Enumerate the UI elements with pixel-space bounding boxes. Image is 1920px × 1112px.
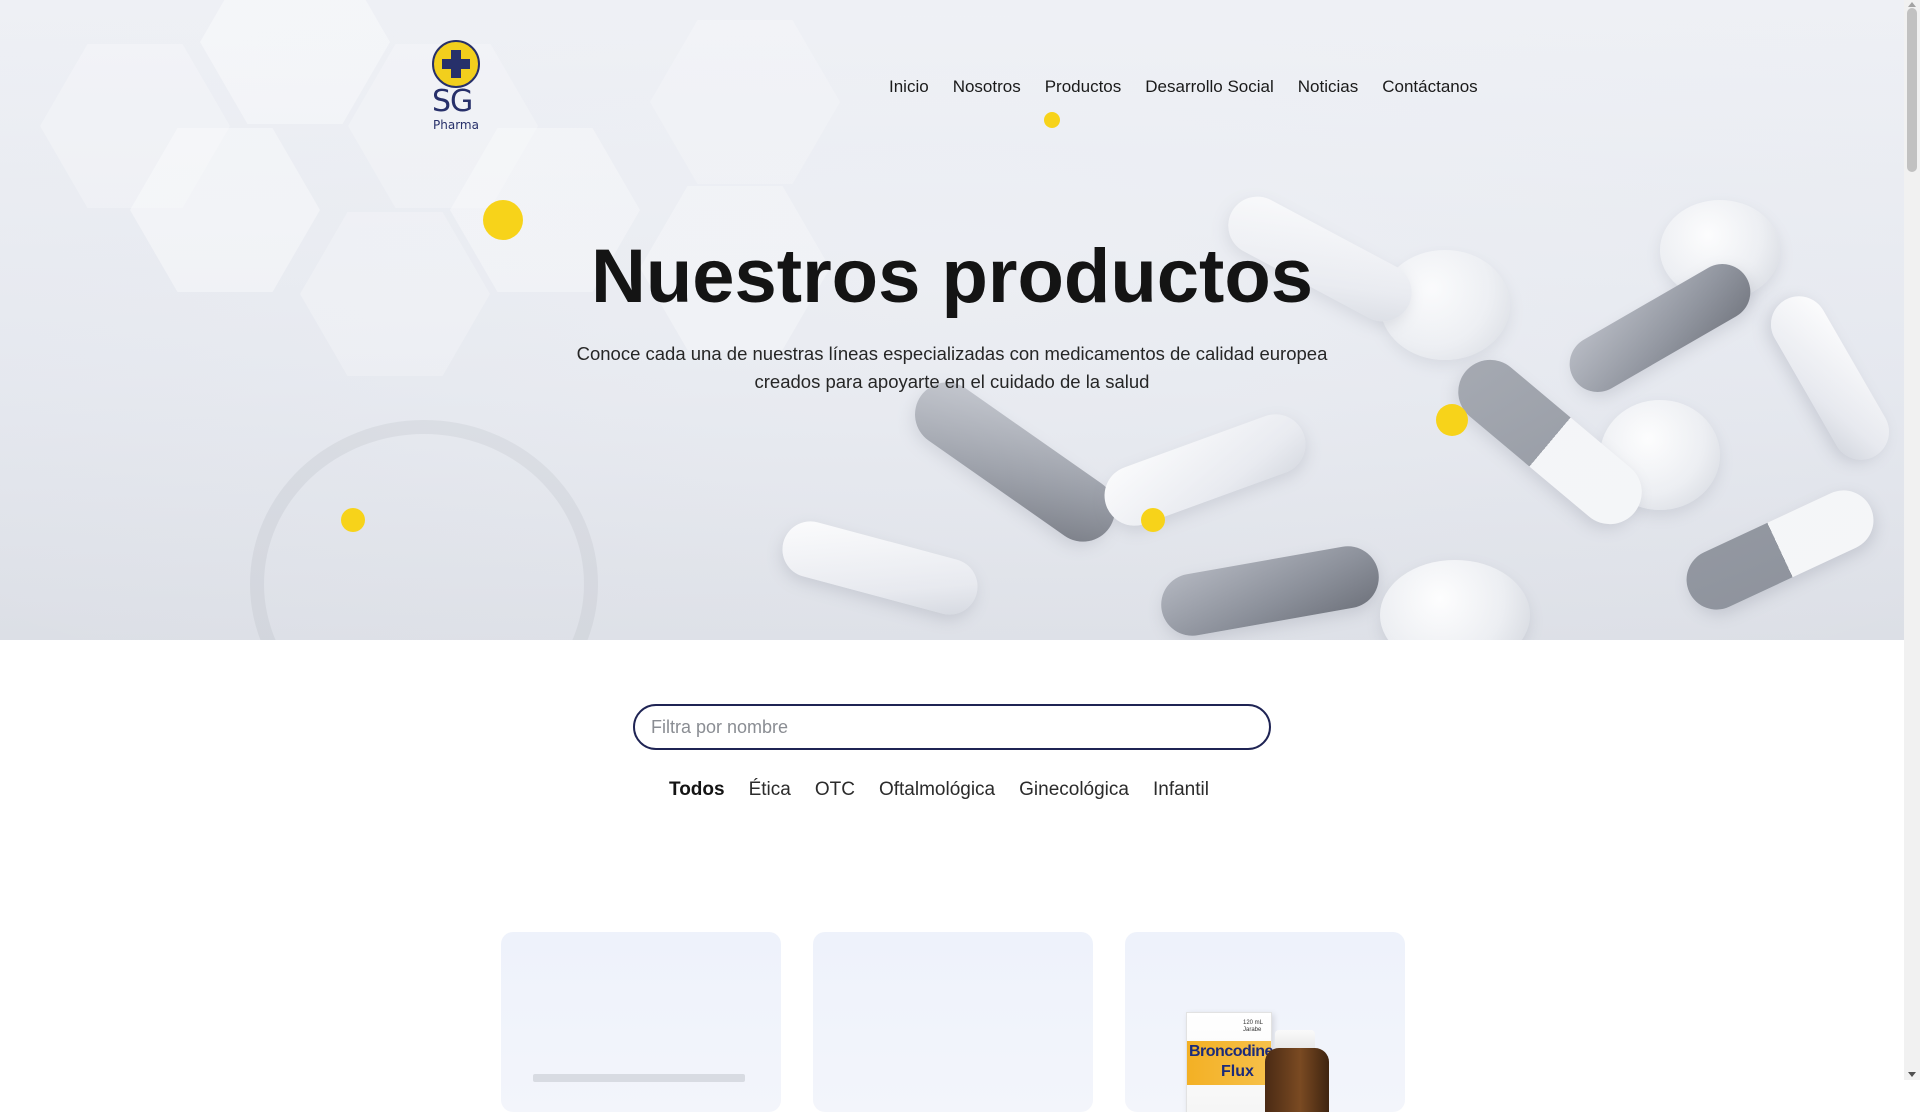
package-brand-text: Broncodine [1189,1043,1273,1060]
product-search-input[interactable] [633,704,1271,750]
accent-dot [1141,508,1165,532]
tab-infantil[interactable]: Infantil [1153,778,1209,802]
active-nav-indicator [1044,112,1060,128]
main-nav: Inicio Nosotros Productos Desarrollo Soc… [889,76,1502,98]
nav-item-contactanos[interactable]: Contáctanos [1382,76,1477,98]
scroll-down-arrow-icon[interactable] [1908,1072,1916,1077]
subtitle-line-2: creados para apoyarte en el cuidado de l… [754,371,1150,392]
nav-item-noticias[interactable]: Noticias [1298,76,1358,98]
logo-subtext: Pharma [433,118,479,132]
product-card-broncodine-flux[interactable]: 120 mL Jarabe Broncodine Flux [1125,932,1405,1112]
logo-emblem-icon [432,40,480,88]
tab-oftalmologica[interactable]: Oftalmológica [879,778,995,802]
cross-icon [442,50,470,78]
nav-item-inicio[interactable]: Inicio [889,76,929,98]
scroll-up-arrow-icon[interactable] [1908,2,1916,7]
tab-todos[interactable]: Todos [669,778,725,802]
nav-item-nosotros[interactable]: Nosotros [953,76,1021,98]
tab-ginecologica[interactable]: Ginecológica [1019,778,1129,802]
sg-pharma-logo[interactable]: SG Pharma [432,40,482,136]
accent-dot [341,508,365,532]
accent-dot [1436,404,1468,436]
tab-otc[interactable]: OTC [815,778,855,802]
subtitle-line-1: Conoce cada una de nuestras líneas espec… [576,343,1328,364]
product-package-image: 120 mL Jarabe Broncodine Flux [1186,1012,1273,1112]
package-brand-text: Flux [1221,1063,1254,1080]
nav-item-productos[interactable]: Productos [1045,76,1122,98]
page-title: Nuestros productos [590,234,1314,319]
nav-item-desarrollo-social[interactable]: Desarrollo Social [1145,76,1274,98]
product-volume-label: 120 mL Jarabe [1243,1020,1263,1033]
scrollbar-thumb[interactable] [1907,8,1917,172]
tab-etica[interactable]: Ética [749,778,791,802]
page-subtitle: Conoce cada una de nuestras líneas espec… [452,340,1452,396]
category-tabs: Todos Ética OTC Oftalmológica Ginecológi… [669,778,1233,802]
product-card[interactable] [501,932,781,1112]
product-package-edge [533,1074,745,1082]
product-card[interactable] [813,932,1093,1112]
logo-text: SG [432,84,473,119]
syrup-bottle-image [1265,1048,1329,1112]
